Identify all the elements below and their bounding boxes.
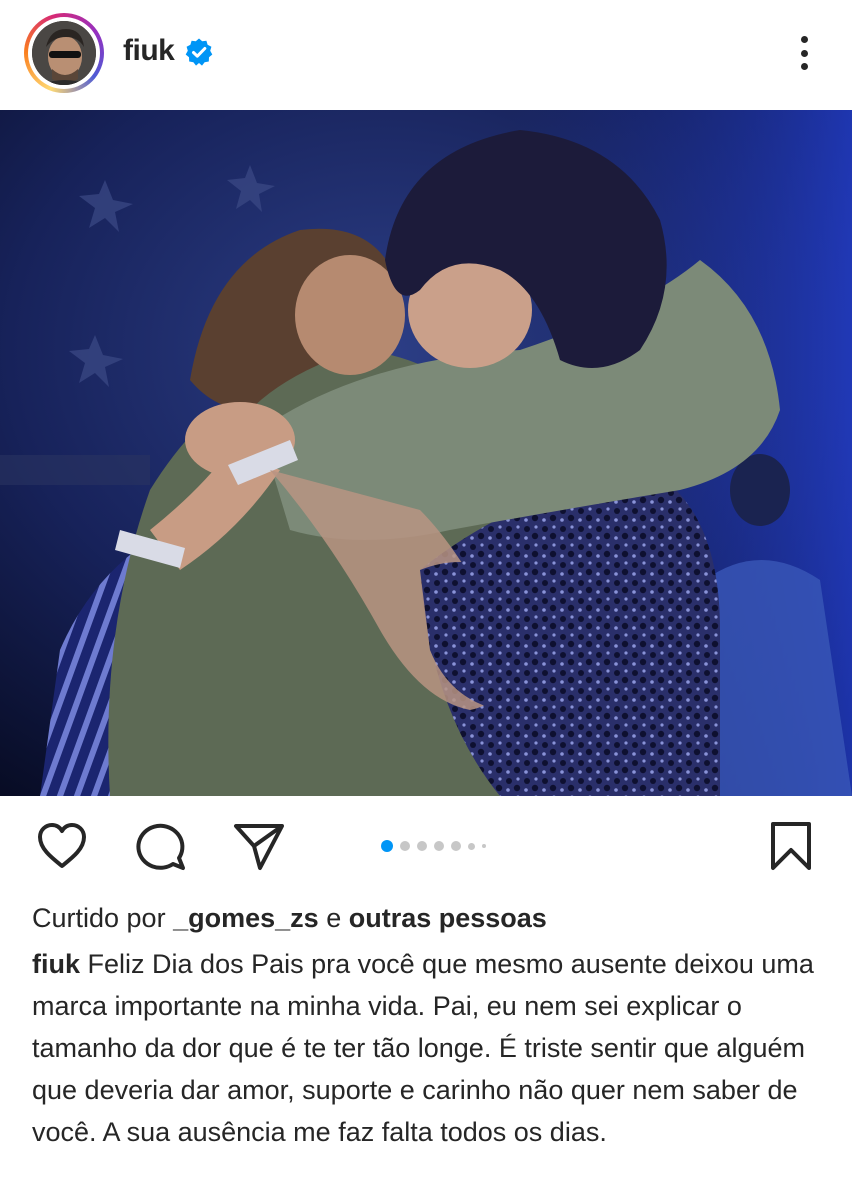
menu-dot [800,63,808,70]
liked-by-others[interactable]: outras pessoas [349,903,547,933]
post-photo[interactable] [0,110,852,796]
avatar-gap [28,17,100,89]
carousel-dot [417,841,427,851]
carousel-dot [468,842,475,850]
verified-badge-icon [185,38,213,66]
carousel-dot [400,841,410,851]
post-header: fiuk [0,0,852,110]
post-username[interactable]: fiuk [123,34,175,68]
carousel-dot [451,841,461,851]
post-caption: fiuk Feliz Dia dos Pais pra você que mes… [32,943,832,1153]
carousel-dot [482,844,486,848]
carousel-indicator [381,839,486,853]
carousel-dot-active [381,840,393,852]
send-icon[interactable] [230,818,286,874]
comment-icon[interactable] [133,818,189,874]
avatar[interactable] [32,21,96,85]
action-bar [0,796,852,896]
likes-joiner: e [326,903,342,933]
bookmark-icon[interactable] [766,818,816,874]
carousel-dot [434,841,444,851]
liked-by-user[interactable]: _gomes_zs [173,903,319,933]
hug-photo-illustration [0,110,852,796]
caption-text: Feliz Dia dos Pais pra você que mesmo au… [32,949,814,1147]
menu-dot [800,36,808,43]
likes-prefix: Curtido por [32,903,166,933]
more-vertical-icon[interactable] [790,32,818,74]
heart-icon[interactable] [34,818,90,874]
likes-line: Curtido por _gomes_zs e outras pessoas [32,900,547,936]
story-ring[interactable] [24,13,104,93]
avatar-image [32,21,96,85]
menu-dot [800,49,808,57]
caption-username[interactable]: fiuk [32,949,80,979]
